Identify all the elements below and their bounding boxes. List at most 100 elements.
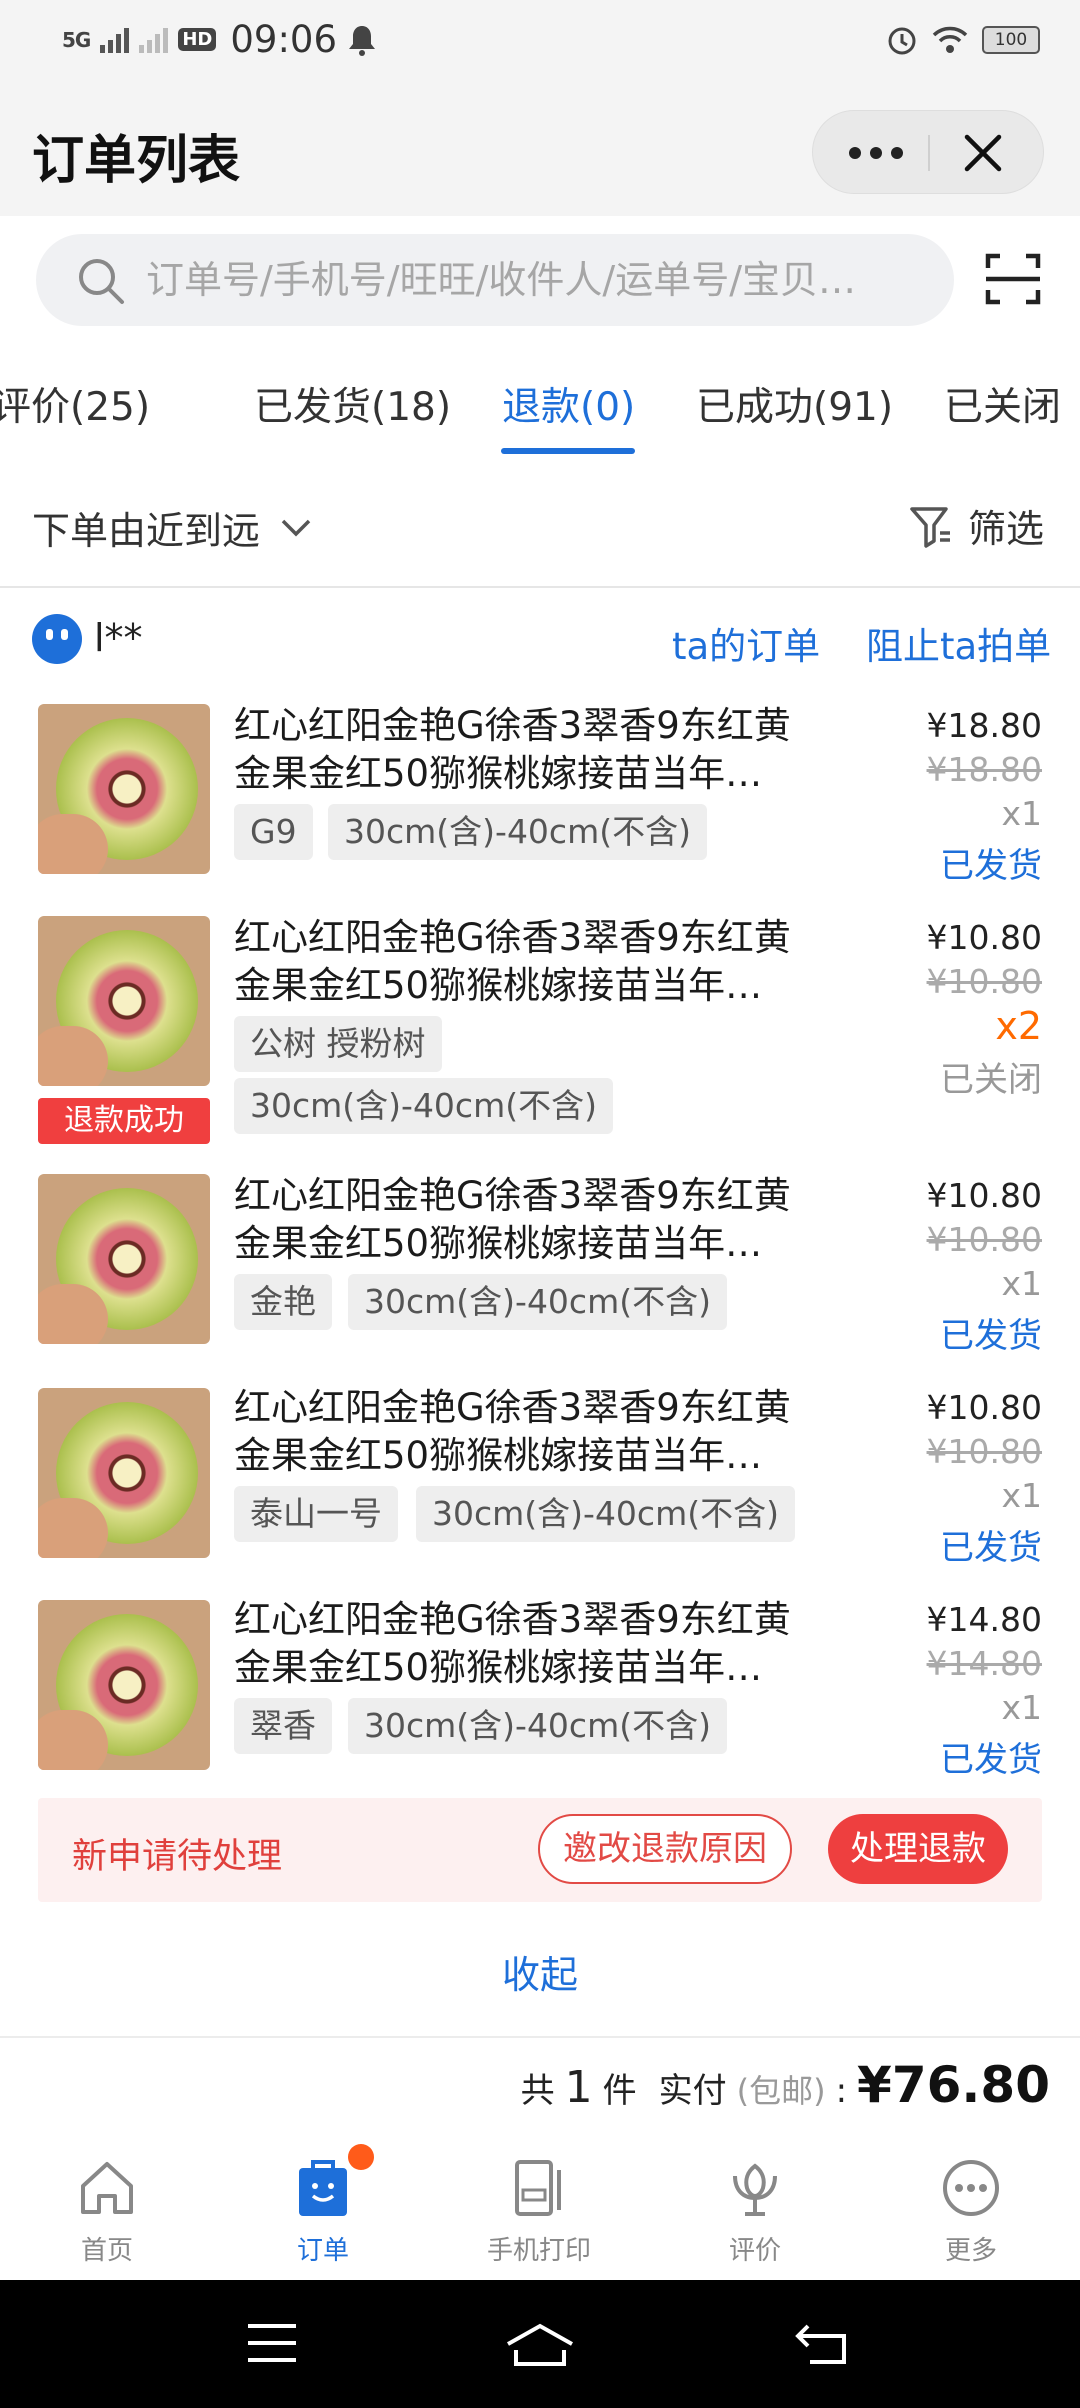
alarm-icon: [888, 27, 916, 55]
nav-review[interactable]: 评价: [680, 2156, 830, 2267]
order-buyer-row: l** ta的订单 阻止ta拍单: [0, 590, 1080, 690]
search-input[interactable]: [146, 248, 936, 312]
sku-tag: 30cm(含)-40cm(不含): [416, 1486, 795, 1542]
sku-tag: 30cm(含)-40cm(不含): [348, 1698, 727, 1754]
filter-label: 筛选: [967, 507, 1044, 551]
product-title: 红心红阳金艳G徐香3翠香9东红黄 金果金红50猕猴桃嫁接苗当年…: [234, 1598, 791, 1689]
item-status: 已发货: [940, 846, 1042, 886]
nav-more[interactable]: 更多: [896, 2156, 1046, 2267]
tab-shipped[interactable]: 已发货(18): [254, 376, 451, 432]
filter-button[interactable]: 筛选: [908, 498, 1044, 553]
order-item[interactable]: 红心红阳金艳G徐香3翠香9东红黄 金果金红50猕猴桃嫁接苗当年… 翠香 30cm(…: [0, 1594, 1080, 1794]
close-icon[interactable]: [961, 131, 1005, 175]
menu-icon[interactable]: [244, 2320, 300, 2366]
order-item[interactable]: 红心红阳金艳G徐香3翠香9东红黄 金果金红50猕猴桃嫁接苗当年… G9 30cm(…: [0, 700, 1080, 900]
order-item[interactable]: 红心红阳金艳G徐香3翠香9东红黄 金果金红50猕猴桃嫁接苗当年… 泰山一号 30c…: [0, 1382, 1080, 1582]
sku-tag: 30cm(含)-40cm(不含): [328, 804, 707, 860]
home-button-icon[interactable]: [504, 2320, 576, 2368]
tab-success[interactable]: 已成功(91): [696, 376, 893, 432]
search-box[interactable]: [36, 234, 954, 326]
nav-label: 更多: [944, 2236, 997, 2266]
item-price: ¥10.80: [926, 918, 1042, 957]
item-original-price: ¥14.80: [926, 1644, 1042, 1683]
home-icon: [81, 2162, 133, 2214]
total-colon: :: [835, 2071, 848, 2111]
shipping-note: (包邮): [736, 2072, 826, 2110]
filter-icon: [910, 506, 950, 548]
order-total: 共 1 件 实付 (包邮) : ¥76.80: [521, 2056, 1050, 2114]
item-status: 已关闭: [940, 1060, 1042, 1100]
notification-bell-icon: [349, 25, 375, 56]
paid-label: 实付: [658, 2071, 727, 2111]
back-icon[interactable]: [794, 2320, 850, 2366]
buyer-orders-link[interactable]: ta的订单: [672, 616, 820, 670]
hd-icon: HD: [178, 28, 217, 51]
network-type: 5G: [62, 27, 91, 52]
status-bar: 5G HD 09:06 100: [0, 0, 1080, 86]
sku-tag: 金艳: [234, 1274, 332, 1330]
product-image: [38, 704, 210, 874]
item-price: ¥10.80: [926, 1388, 1042, 1427]
product-image: [38, 1388, 210, 1558]
sku-tag: 泰山一号: [234, 1486, 398, 1542]
sku-tag: 翠香: [234, 1698, 332, 1754]
more-icon: [943, 2160, 999, 2216]
nav-label: 首页: [80, 2236, 133, 2266]
total-count: 1: [564, 2062, 593, 2113]
nav-label: 评价: [728, 2236, 781, 2266]
item-quantity: x1: [1001, 794, 1042, 833]
collapse-button[interactable]: 收起: [0, 1944, 1080, 1999]
tab-review[interactable]: 评价(25): [0, 376, 150, 432]
refund-success-tag: 退款成功: [38, 1098, 210, 1144]
block-buyer-link[interactable]: 阻止ta拍单: [866, 616, 1051, 670]
total-unit: 件: [602, 2071, 637, 2111]
nav-home[interactable]: 首页: [32, 2156, 182, 2267]
scan-icon[interactable]: [984, 250, 1042, 308]
nav-label: 订单: [296, 2236, 349, 2266]
item-status: 已发货: [940, 1740, 1042, 1780]
system-navigation-bar: [0, 2280, 1080, 2408]
app-header: 订单列表: [0, 86, 1080, 216]
sku-tag: G9: [234, 804, 313, 860]
bottom-nav: 首页 订单 手机打印 评价 更多: [0, 2128, 1080, 2280]
product-image: [38, 1174, 210, 1344]
tab-closed[interactable]: 已关闭: [944, 376, 1061, 432]
signal-2-icon: [139, 27, 169, 53]
total-prefix: 共: [520, 2071, 555, 2111]
miniapp-capsule: [812, 110, 1044, 194]
nav-mobile-print[interactable]: 手机打印: [464, 2156, 614, 2267]
product-image: [38, 1600, 210, 1770]
item-quantity: x2: [995, 1004, 1042, 1048]
item-quantity: x1: [1001, 1476, 1042, 1515]
item-quantity: x1: [1001, 1264, 1042, 1303]
divider: [0, 2036, 1080, 2038]
product-image: [38, 916, 210, 1086]
nav-label: 手机打印: [486, 2236, 591, 2266]
notification-dot: [348, 2144, 374, 2170]
item-original-price: ¥10.80: [926, 962, 1042, 1001]
nav-orders[interactable]: 订单: [248, 2156, 398, 2267]
handle-refund-button[interactable]: 处理退款: [828, 1814, 1008, 1884]
item-original-price: ¥18.80: [926, 750, 1042, 789]
buyer-avatar: [32, 614, 82, 664]
item-status: 已发货: [940, 1316, 1042, 1356]
page-title: 订单列表: [32, 131, 241, 191]
wifi-icon: [932, 26, 968, 53]
search-icon: [79, 259, 124, 304]
signal-icon: [100, 27, 130, 53]
sort-dropdown[interactable]: 下单由近到远: [32, 500, 312, 555]
refund-pending-bar: 新申请待处理 邀改退款原因 处理退款: [38, 1798, 1042, 1902]
order-item[interactable]: 红心红阳金艳G徐香3翠香9东红黄 金果金红50猕猴桃嫁接苗当年… 金艳 30cm(…: [0, 1170, 1080, 1370]
order-item[interactable]: 退款成功 红心红阳金艳G徐香3翠香9东红黄 金果金红50猕猴桃嫁接苗当年… 公树 …: [0, 912, 1080, 1152]
tab-refund[interactable]: 退款(0): [502, 376, 635, 432]
item-status: 已发货: [940, 1528, 1042, 1568]
item-original-price: ¥10.80: [926, 1432, 1042, 1471]
invite-change-reason-button[interactable]: 邀改退款原因: [538, 1814, 792, 1884]
sku-tag: 30cm(含)-40cm(不含): [234, 1078, 613, 1134]
clock: 09:06: [230, 18, 337, 61]
product-title: 红心红阳金艳G徐香3翠香9东红黄 金果金红50猕猴桃嫁接苗当年…: [234, 704, 791, 795]
sort-label: 下单由近到远: [32, 509, 261, 553]
more-menu-icon[interactable]: [849, 147, 903, 159]
print-icon: [515, 2160, 561, 2216]
total-amount: ¥76.80: [857, 2056, 1050, 2114]
